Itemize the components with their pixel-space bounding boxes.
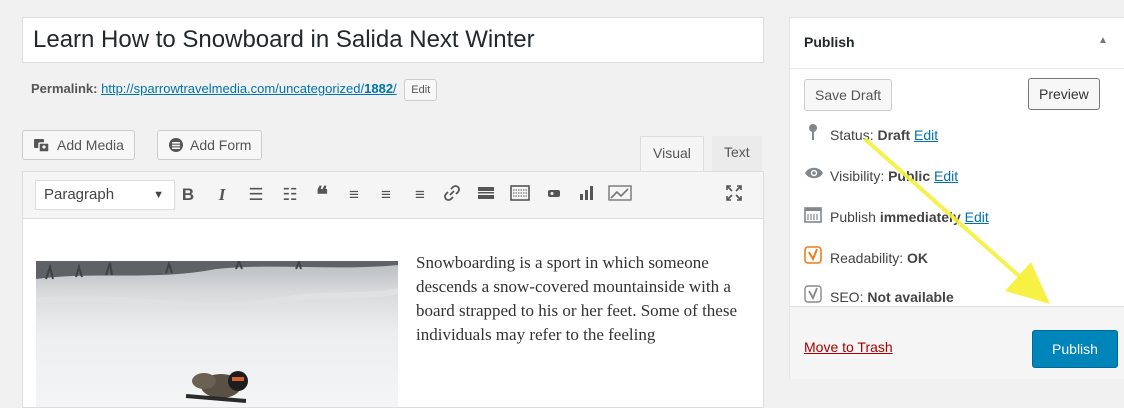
italic-button[interactable]: I [211,184,233,206]
status-label: Status: [830,127,874,143]
editor-toolbar: Paragraph ▼ B I ☰ ☷ ❝ ≡ ≡ ≡ [22,171,764,219]
calendar-icon [804,205,822,230]
yoast-readability-icon [804,245,822,271]
readability-label: Readability: [830,250,904,266]
schedule-label: Publish [830,209,876,225]
status-edit-link[interactable]: Edit [914,127,938,143]
image-graph-icon[interactable] [607,184,633,206]
tab-text[interactable]: Text [712,136,762,172]
readability-value: OK [907,250,929,266]
publish-box: Publish ▲ Save Draft Preview Status: Dra… [789,17,1124,379]
collapse-arrow-icon[interactable]: ▲ [1098,35,1108,46]
save-draft-button[interactable]: Save Draft [804,79,893,111]
schedule-row: Publish immediately Edit [804,206,989,228]
publish-box-title: Publish [804,34,855,50]
seo-label: SEO: [830,289,864,305]
permalink-url[interactable]: http://sparrowtravelmedia.com/uncategori… [101,81,397,96]
readability-row: Readability: OK [804,245,929,271]
status-value: Draft [877,127,911,143]
publish-button[interactable]: Publish [1032,330,1118,368]
seo-value: Not available [867,289,954,305]
align-left-icon[interactable]: ≡ [343,184,365,206]
add-media-label: Add Media [57,137,124,153]
add-media-button[interactable]: Add Media [22,130,135,160]
form-icon [169,138,183,152]
media-icon [34,139,50,153]
status-row: Status: Draft Edit [804,123,938,148]
editor-content-area[interactable]: Snowboarding is a sport in which someone… [22,218,764,408]
publish-box-footer: Move to Trash Publish [790,306,1124,379]
format-select[interactable]: Paragraph ▼ [35,180,175,210]
visibility-label: Visibility: [830,168,885,184]
numbered-list-icon[interactable]: ☷ [279,184,301,206]
bold-button[interactable]: B [177,184,199,206]
visibility-row: Visibility: Public Edit [804,165,958,187]
preview-button[interactable]: Preview [1028,78,1100,110]
bullet-list-icon[interactable]: ☰ [245,184,267,206]
add-form-button[interactable]: Add Form [157,130,263,160]
seo-row: SEO: Not available [804,284,954,308]
pin-icon [804,123,822,148]
eye-icon [804,165,823,187]
schedule-value: immediately [879,209,961,225]
read-more-icon[interactable] [475,184,497,206]
link-icon[interactable] [441,184,463,206]
permalink-edit-button[interactable]: Edit [404,78,438,101]
permalink-row: Permalink: http://sparrowtravelmedia.com… [31,78,438,101]
fullscreen-icon[interactable] [723,184,745,206]
format-select-value: Paragraph [44,186,115,203]
permalink-label: Permalink: [31,81,98,96]
align-center-icon[interactable]: ≡ [375,184,397,206]
tab-visual[interactable]: Visual [640,136,704,172]
visibility-value: Public [888,168,931,184]
visibility-edit-link[interactable]: Edit [934,168,958,184]
post-paragraph: Snowboarding is a sport in which someone… [416,253,738,344]
snowboarder-figure [185,371,248,403]
snowboarder-image[interactable] [36,261,398,407]
publish-box-header[interactable]: Publish ▲ [790,18,1124,69]
align-right-icon[interactable]: ≡ [409,184,431,206]
chart-icon[interactable] [575,184,597,206]
move-to-trash-link[interactable]: Move to Trash [804,339,893,355]
dropdown-arrow-icon: ▼ [153,189,164,201]
add-form-label: Add Form [190,137,252,153]
toolbar-toggle-icon[interactable] [509,184,531,206]
post-title-input[interactable]: Learn How to Snowboard in Salida Next Wi… [22,17,764,63]
blockquote-icon[interactable]: ❝ [311,184,333,206]
schedule-edit-link[interactable]: Edit [965,209,989,225]
insert-icon[interactable] [543,184,565,206]
